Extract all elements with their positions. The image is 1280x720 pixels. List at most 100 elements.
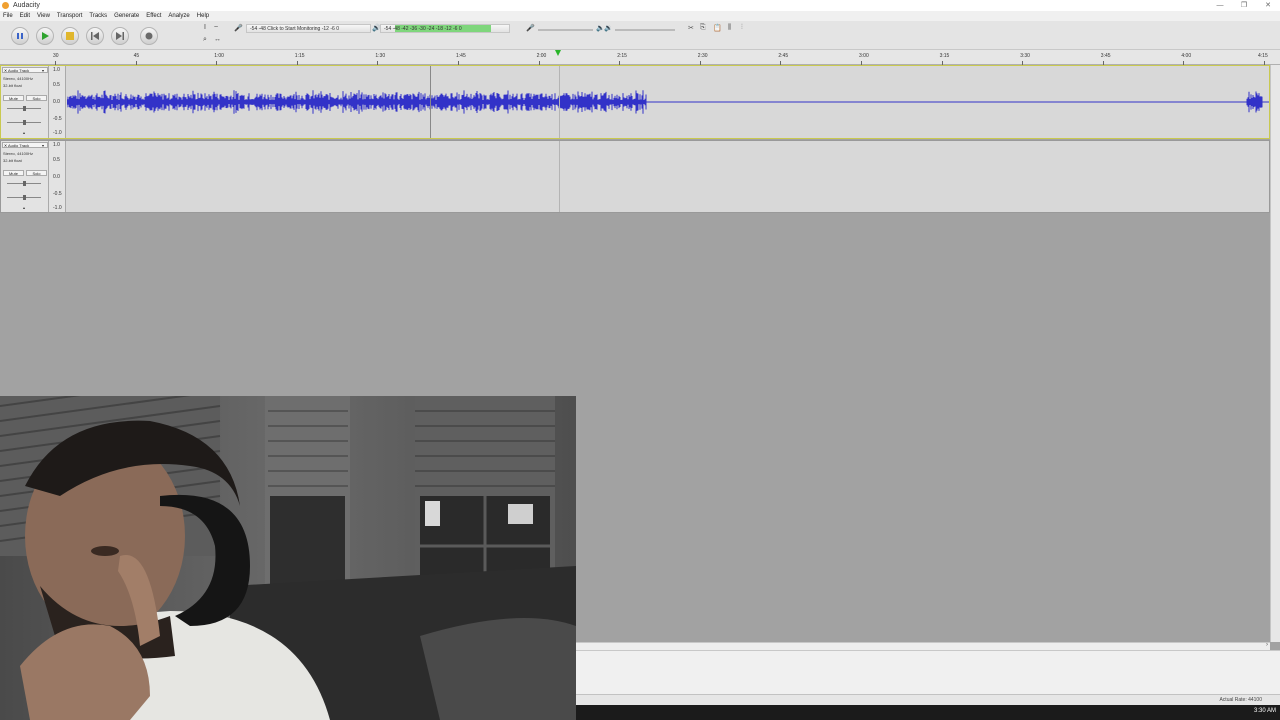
play-button[interactable]: [36, 27, 54, 45]
gain-slider-thumb[interactable]: [23, 181, 26, 186]
ruler-tick-label: 1:00: [214, 53, 224, 59]
playback-volume-slider[interactable]: [615, 29, 675, 31]
pan-slider-thumb[interactable]: [23, 195, 26, 200]
track-bitdepth: 32-bit float: [3, 158, 22, 163]
play-scale-0: 0: [458, 25, 462, 32]
recording-volume-slider[interactable]: [538, 29, 593, 31]
gain-slider-thumb[interactable]: [23, 106, 26, 111]
ruler-tick-label: 30: [53, 53, 59, 59]
zoom-tool-icon[interactable]: ⌕: [203, 36, 207, 44]
timeline-ruler[interactable]: 30 45 1:00 1:15 1:30 1:45 2:00 2:15 2:30 2:45 3:00…: [0, 50, 1280, 65]
playback-meter[interactable]: -54 -48 -42 -36 -30 -24 -18 -12 -6 0: [380, 24, 510, 33]
scale-label: 0.5: [53, 82, 60, 88]
scale-label: 0.5: [53, 157, 60, 163]
status-bar: Actual Rate: 44100: [576, 694, 1280, 705]
amplitude-scale: 1.0 0.5 0.0 -0.5 -1.0: [49, 66, 66, 138]
skip-to-end-button[interactable]: [111, 27, 129, 45]
record-scale-54: -54: [250, 25, 258, 32]
webcam-image: [0, 396, 576, 720]
menu-analyze[interactable]: Analyze: [168, 13, 189, 19]
play-scale-24: -24: [427, 25, 435, 32]
collapse-track-icon[interactable]: ▴: [23, 130, 25, 135]
horizontal-scrollbar[interactable]: ›: [576, 642, 1270, 650]
ruler-tick-label: 4:15: [1258, 53, 1268, 59]
waveform-display[interactable]: [67, 141, 1269, 212]
taskbar-clock[interactable]: 3:30 AM: [1254, 708, 1276, 714]
selection-tool-icon[interactable]: I: [204, 24, 206, 31]
close-button[interactable]: ✕: [1256, 0, 1280, 11]
maximize-button[interactable]: ❐: [1232, 0, 1256, 11]
track-control-panel: ✕ Audio Track ▾ Stereo, 44100Hz 32-bit f…: [1, 141, 49, 212]
pan-slider-thumb[interactable]: [23, 120, 26, 125]
scale-label: -0.5: [53, 191, 62, 197]
stop-icon: [66, 32, 74, 40]
record-button[interactable]: [140, 27, 158, 45]
waveform-display[interactable]: [66, 66, 1269, 138]
scroll-right-icon[interactable]: ›: [1266, 642, 1268, 648]
scale-label: 1.0: [53, 142, 60, 148]
taskbar: 3:30 AM: [576, 705, 1280, 720]
track-format: Stereo, 44100Hz: [3, 151, 34, 156]
play-scale-48: -48: [392, 25, 400, 32]
play-head-marker[interactable]: [555, 50, 561, 56]
track-menu-dropdown-icon[interactable]: ▾: [42, 143, 47, 148]
track-name-bar[interactable]: ✕ Audio Track ▾: [2, 67, 48, 73]
audacity-app-icon: [2, 2, 9, 9]
actual-rate: Actual Rate: 44100: [1219, 697, 1262, 703]
trim-icon[interactable]: ⫼: [728, 24, 731, 32]
mic-volume-icon: 🎤: [526, 25, 535, 32]
ruler-tick-label: 1:15: [294, 53, 305, 59]
menu-file[interactable]: File: [3, 13, 13, 19]
menu-transport[interactable]: Transport: [57, 13, 82, 19]
tools-panel: I ~ ⌕ ↔: [200, 23, 228, 47]
record-meter[interactable]: -54 -48 Click to Start Monitoring -12 -6…: [246, 24, 371, 33]
amplitude-scale: 1.0 0.5 0.0 -0.5 -1.0: [49, 141, 66, 212]
minimize-button[interactable]: —: [1208, 0, 1232, 11]
skip-to-start-button[interactable]: [86, 27, 104, 45]
stop-button[interactable]: [61, 27, 79, 45]
speaker-volume-icon-2: 🔉: [604, 25, 613, 32]
playback-position-line: [559, 141, 560, 212]
menu-effect[interactable]: Effect: [146, 13, 161, 19]
record-scale-0: 0: [336, 25, 339, 32]
scale-label: 0.0: [53, 174, 60, 180]
track-name-bar[interactable]: ✕ Audio Track ▾: [2, 142, 48, 148]
menu-generate[interactable]: Generate: [114, 13, 139, 19]
pause-button[interactable]: [11, 27, 29, 45]
play-icon: [42, 32, 49, 40]
toolbar: I ~ ⌕ ↔ 🎤 -54 -48 Click to Start Monitor…: [0, 21, 1280, 50]
mute-button[interactable]: Mute: [3, 170, 24, 176]
menu-edit[interactable]: Edit: [20, 13, 30, 19]
record-scale-6: -6: [330, 25, 335, 32]
menu-help[interactable]: Help: [197, 13, 209, 19]
timeshift-tool-icon[interactable]: ↔: [214, 36, 221, 43]
copy-icon[interactable]: ⎘: [700, 24, 706, 32]
silence-icon[interactable]: ⫶: [741, 24, 743, 32]
scale-label: -0.5: [53, 116, 62, 122]
collapse-track-icon[interactable]: ▴: [23, 205, 25, 210]
play-scale-6: -6: [453, 25, 458, 32]
cut-icon[interactable]: ✂: [688, 24, 694, 32]
record-icon: [145, 32, 153, 40]
track-name: Audio Track: [8, 142, 30, 148]
scale-label: -1.0: [53, 205, 62, 211]
mute-button[interactable]: Mute: [3, 95, 24, 101]
record-meter-mic-icon[interactable]: 🎤: [234, 24, 243, 32]
record-meter-label: Click to Start Monitoring: [267, 25, 321, 32]
playback-position-line: [559, 66, 560, 138]
paste-icon[interactable]: 📋: [713, 24, 722, 32]
audio-track-1[interactable]: ✕ Audio Track ▾ Stereo, 44100Hz 32-bit f…: [0, 65, 1270, 139]
ruler-tick-label: 45: [133, 53, 140, 59]
track-menu-dropdown-icon[interactable]: ▾: [42, 68, 47, 73]
play-scale-36: -36: [409, 25, 418, 32]
track-format: Stereo, 44100Hz: [3, 76, 34, 81]
menu-view[interactable]: View: [37, 13, 50, 19]
audio-track-2[interactable]: ✕ Audio Track ▾ Stereo, 44100Hz 32-bit f…: [0, 140, 1270, 213]
solo-button[interactable]: Solo: [26, 95, 47, 101]
solo-button[interactable]: Solo: [26, 170, 47, 176]
vertical-scrollbar[interactable]: [1270, 65, 1280, 642]
ruler-tick-label: 3:45: [1100, 53, 1111, 59]
ruler-tick-label: 2:15: [617, 53, 627, 59]
menu-tracks[interactable]: Tracks: [89, 13, 107, 19]
envelope-tool-icon[interactable]: ~: [214, 24, 218, 31]
